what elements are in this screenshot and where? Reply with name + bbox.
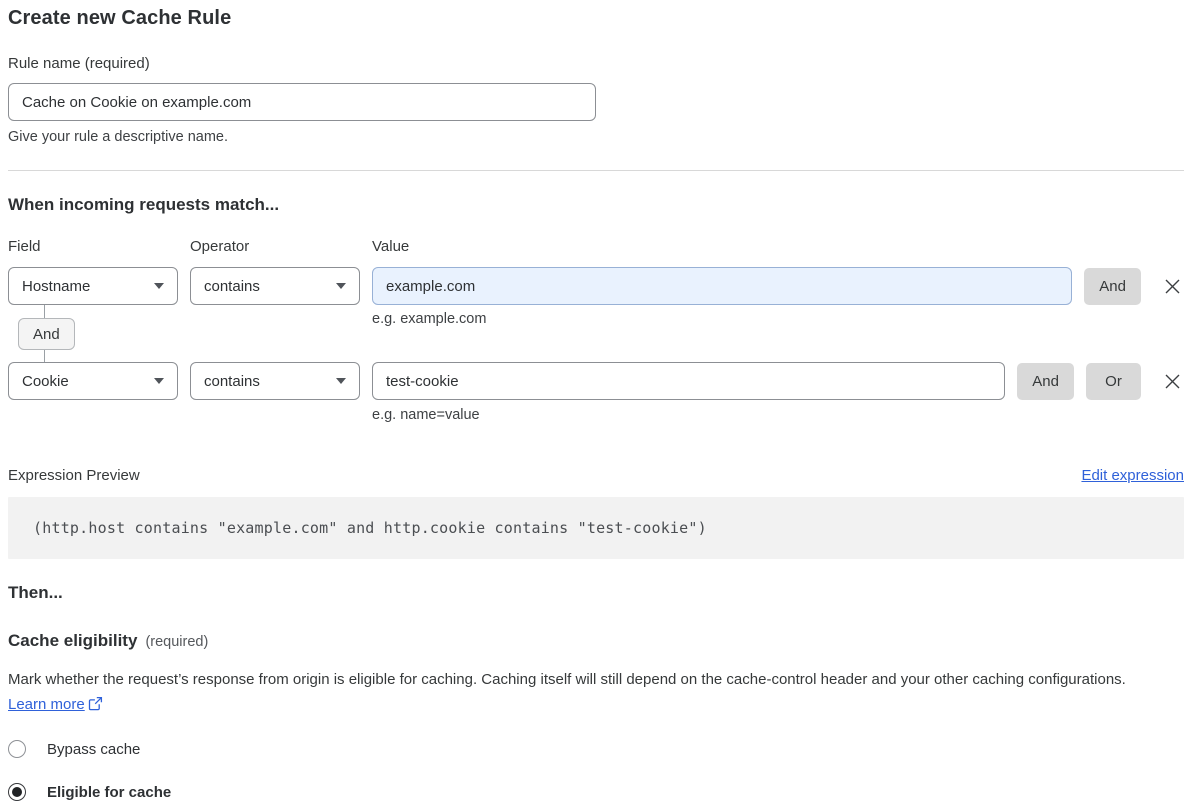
value-column-label: Value bbox=[372, 238, 1184, 255]
add-and-button-2[interactable]: And bbox=[1017, 363, 1074, 400]
close-icon bbox=[1164, 373, 1181, 390]
add-and-button-1[interactable]: And bbox=[1084, 268, 1141, 305]
operator-select-2[interactable]: contains bbox=[190, 362, 360, 400]
operator-select-1-value: contains bbox=[204, 278, 260, 295]
rule-name-input[interactable] bbox=[8, 83, 596, 121]
match-heading: When incoming requests match... bbox=[8, 195, 1184, 214]
create-cache-rule-page: Create new Cache Rule Rule name (require… bbox=[0, 0, 1200, 801]
connector-and-chip: And bbox=[18, 318, 75, 350]
field-select-1[interactable]: Hostname bbox=[8, 267, 178, 305]
chevron-down-icon bbox=[154, 283, 164, 289]
radio-selected-icon[interactable] bbox=[8, 783, 26, 801]
remove-condition-button-2[interactable] bbox=[1160, 369, 1184, 393]
remove-condition-button-1[interactable] bbox=[1160, 274, 1184, 298]
value-input-2[interactable] bbox=[372, 362, 1005, 400]
field-select-1-value: Hostname bbox=[22, 278, 90, 295]
edit-expression-link[interactable]: Edit expression bbox=[1081, 467, 1184, 484]
operator-column-label: Operator bbox=[190, 238, 372, 255]
radio-label-bypass-cache: Bypass cache bbox=[47, 741, 140, 758]
expression-preview-label: Expression Preview bbox=[8, 467, 140, 484]
value-input-1[interactable] bbox=[372, 267, 1072, 305]
close-icon bbox=[1164, 278, 1181, 295]
chevron-down-icon bbox=[336, 378, 346, 384]
cache-eligibility-header: Cache eligibility (required) bbox=[8, 631, 1184, 651]
operator-select-2-value: contains bbox=[204, 373, 260, 390]
radio-label-eligible-for-cache: Eligible for cache bbox=[47, 784, 171, 801]
cache-eligibility-heading: Cache eligibility bbox=[8, 631, 137, 651]
eligibility-description-text: Mark whether the request’s response from… bbox=[8, 671, 1126, 688]
field-select-2-value: Cookie bbox=[22, 373, 69, 390]
field-column-label: Field bbox=[8, 238, 190, 255]
chevron-down-icon bbox=[154, 378, 164, 384]
field-select-2[interactable]: Cookie bbox=[8, 362, 178, 400]
condition-row-1: Hostname contains And bbox=[8, 267, 1184, 305]
expression-preview-code-block: (http.host contains "example.com" and ht… bbox=[8, 497, 1184, 559]
learn-more-link[interactable]: Learn more bbox=[8, 696, 85, 713]
required-note: (required) bbox=[145, 634, 208, 650]
rule-name-helper: Give your rule a descriptive name. bbox=[8, 129, 1184, 145]
operator-select-1[interactable]: contains bbox=[190, 267, 360, 305]
external-link-icon bbox=[88, 696, 103, 711]
add-or-button-2[interactable]: Or bbox=[1086, 363, 1141, 400]
page-title: Create new Cache Rule bbox=[8, 6, 1184, 31]
chevron-down-icon bbox=[336, 283, 346, 289]
radio-option-eligible-for-cache[interactable]: Eligible for cache bbox=[8, 783, 171, 801]
radio-unselected-icon[interactable] bbox=[8, 740, 26, 758]
expression-preview-header: Expression Preview Edit expression bbox=[8, 467, 1184, 484]
eligibility-description: Mark whether the request’s response from… bbox=[8, 667, 1168, 717]
condition-connector: And e.g. example.com bbox=[8, 305, 1184, 362]
section-divider bbox=[8, 170, 1184, 171]
value-helper-1: e.g. example.com bbox=[372, 311, 486, 327]
value-helper-2: e.g. name=value bbox=[372, 407, 1184, 423]
then-heading: Then... bbox=[8, 583, 1184, 602]
expression-code: (http.host contains "example.com" and ht… bbox=[33, 519, 707, 537]
condition-row-2: Cookie contains And Or bbox=[8, 362, 1184, 400]
radio-option-bypass-cache[interactable]: Bypass cache bbox=[8, 740, 140, 758]
rule-name-label: Rule name (required) bbox=[8, 56, 1184, 72]
condition-column-labels: Field Operator Value bbox=[8, 238, 1184, 255]
